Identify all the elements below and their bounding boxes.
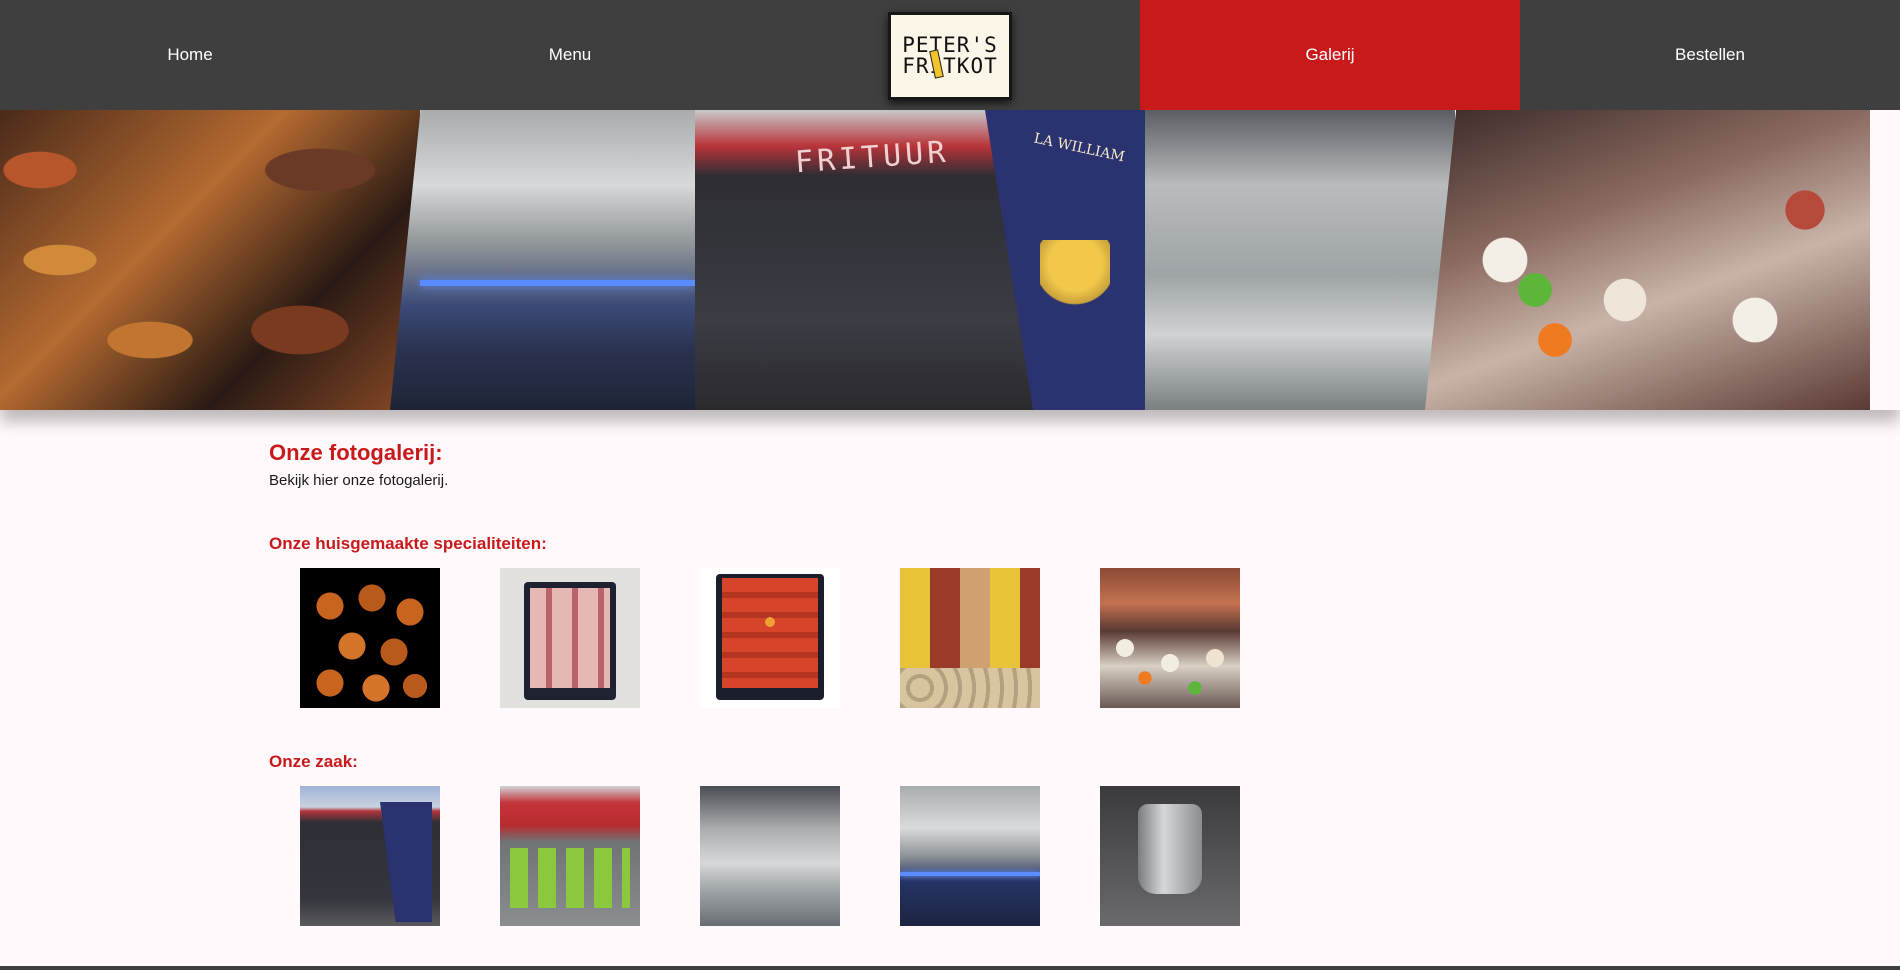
footer-bar (0, 966, 1900, 970)
page-subtitle: Bekijk hier onze fotogalerij. (269, 472, 449, 489)
nav-home[interactable]: Home (0, 0, 380, 110)
vegetable-skewers-photo (1425, 110, 1870, 410)
hero-banner: FRITUUR LA WILLIAM (0, 110, 1900, 410)
terrace-photo[interactable] (500, 786, 640, 926)
nav-galerij[interactable]: Galerij (1140, 0, 1520, 110)
logo-container: PETER'S FRITKOT (760, 0, 1140, 110)
section-title-zaak: Onze zaak: (269, 752, 358, 771)
cooking-pot-photo[interactable] (1100, 786, 1240, 926)
fryer-counter-photo (390, 110, 695, 410)
main-content: Onze fotogalerij: Bekijk hier onze fotog… (269, 440, 1569, 489)
fries-cone-icon (1040, 240, 1110, 320)
display-counter-photo[interactable] (900, 568, 1040, 708)
frituur-sign: FRITUUR (793, 134, 951, 181)
nav-menu[interactable]: Menu (380, 0, 760, 110)
section-title-specialiteiten: Onze huisgemaakte specialiteiten: (269, 534, 547, 553)
grill-plate-photo (1145, 110, 1455, 410)
top-navigation: Home Menu PETER'S FRITKOT Galerij Bestel… (0, 0, 1900, 110)
nav-bestellen[interactable]: Bestellen (1520, 0, 1900, 110)
marinated-skewers-photo[interactable] (700, 568, 840, 708)
fryer-line-photo[interactable] (900, 786, 1040, 926)
bitterballen-photo[interactable] (300, 568, 440, 708)
logo-line-2: FRITKOT (902, 49, 998, 79)
frituur-exterior-photo[interactable] (300, 786, 440, 926)
gallery-specialiteiten (300, 568, 1240, 708)
gallery-zaak (300, 786, 1240, 926)
mixed-skewers-photo[interactable] (1100, 568, 1240, 708)
page-title: Onze fotogalerij: (269, 440, 443, 465)
peters-fritkot-logo[interactable]: PETER'S FRITKOT (888, 12, 1012, 100)
grill-station-photo[interactable] (700, 786, 840, 926)
skewers-photo (0, 110, 420, 410)
frituur-storefront-photo: FRITUUR LA WILLIAM (695, 110, 1145, 410)
bacon-skewers-photo[interactable] (500, 568, 640, 708)
logo-line-1: PETER'S (902, 33, 998, 57)
